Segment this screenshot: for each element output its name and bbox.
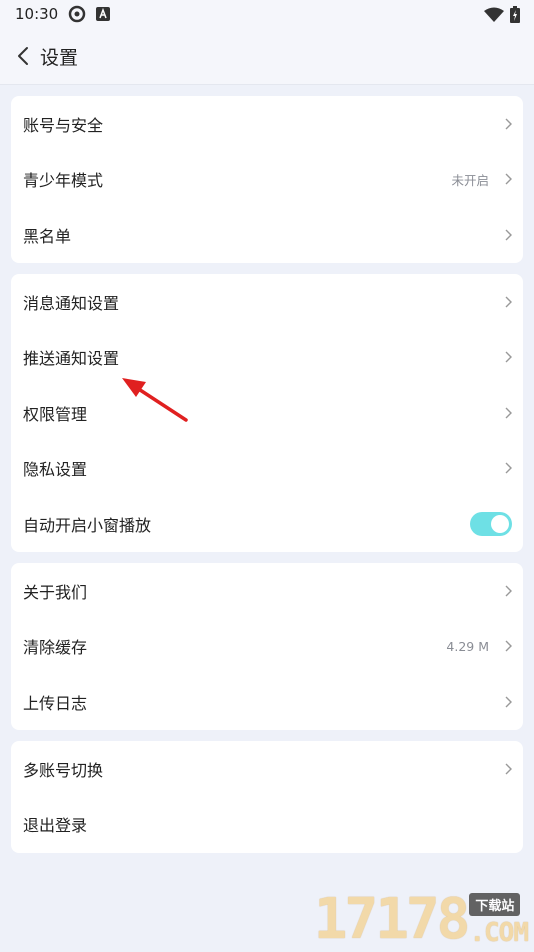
chevron-right-icon <box>505 296 512 308</box>
watermark-logo: 17178 下载站 .COM <box>313 887 529 952</box>
battery-icon <box>510 6 520 27</box>
row-label: 关于我们 <box>23 582 88 602</box>
chevron-left-icon <box>18 47 28 65</box>
chevron-right-icon <box>505 640 512 652</box>
chevron-right-icon <box>505 763 512 775</box>
chevron-right-icon <box>505 351 512 363</box>
chevron-right-icon <box>505 118 512 130</box>
row-label: 账号与安全 <box>23 115 104 135</box>
chevron-right-icon <box>505 462 512 474</box>
cache-size: 4.29 M <box>446 638 489 654</box>
watermark-tag: 下载站 <box>469 893 521 916</box>
row-teen-mode[interactable]: 青少年模式 未开启 <box>11 152 523 208</box>
settings-card-notifications: 消息通知设置 推送通知设置 权限管理 隐私设置 自动开启小窗播放 <box>11 274 523 552</box>
status-bar: 10:30 <box>0 0 534 28</box>
chevron-right-icon <box>505 173 512 185</box>
row-label: 清除缓存 <box>23 638 88 658</box>
settings-card-about: 关于我们 清除缓存 4.29 M 上传日志 <box>11 563 523 730</box>
chevron-right-icon <box>505 696 512 708</box>
row-label: 青少年模式 <box>23 171 104 191</box>
chevron-right-icon <box>505 407 512 419</box>
watermark-domain: .COM <box>469 918 529 948</box>
row-clear-cache[interactable]: 清除缓存 4.29 M <box>11 619 523 675</box>
row-upload-log[interactable]: 上传日志 <box>11 674 523 730</box>
a-badge-icon <box>96 7 111 21</box>
row-push-notification[interactable]: 推送通知设置 <box>11 330 523 386</box>
row-permissions[interactable]: 权限管理 <box>11 385 523 441</box>
row-label: 多账号切换 <box>23 760 104 780</box>
row-label: 隐私设置 <box>23 460 88 480</box>
row-label: 上传日志 <box>23 693 88 713</box>
row-label: 推送通知设置 <box>23 349 120 369</box>
row-label: 权限管理 <box>23 404 88 424</box>
chevron-right-icon <box>505 229 512 241</box>
row-auto-pip: 自动开启小窗播放 <box>11 496 523 552</box>
teen-mode-status: 未开启 <box>451 172 489 188</box>
settings-card-account-switch: 多账号切换 退出登录 <box>11 741 523 853</box>
row-label: 退出登录 <box>23 816 88 836</box>
row-label: 消息通知设置 <box>23 293 120 313</box>
row-blacklist[interactable]: 黑名单 <box>11 207 523 263</box>
back-button[interactable] <box>12 41 34 71</box>
sync-icon <box>68 5 86 23</box>
row-label: 黑名单 <box>23 226 72 246</box>
row-about-us[interactable]: 关于我们 <box>11 563 523 619</box>
status-time: 10:30 <box>15 5 59 23</box>
row-message-notification[interactable]: 消息通知设置 <box>11 274 523 330</box>
toggle-knob <box>491 514 509 533</box>
wifi-icon <box>484 7 504 27</box>
row-logout[interactable]: 退出登录 <box>11 797 523 853</box>
watermark-digits: 17178 <box>313 887 471 952</box>
row-account-security[interactable]: 账号与安全 <box>11 96 523 152</box>
auto-pip-toggle[interactable] <box>470 511 512 536</box>
chevron-right-icon <box>505 585 512 597</box>
row-switch-account[interactable]: 多账号切换 <box>11 741 523 797</box>
settings-card-account: 账号与安全 青少年模式 未开启 黑名单 <box>11 96 523 263</box>
header: 设置 <box>0 28 534 85</box>
row-label: 自动开启小窗播放 <box>23 515 152 535</box>
row-privacy[interactable]: 隐私设置 <box>11 441 523 497</box>
page-title: 设置 <box>40 46 79 69</box>
